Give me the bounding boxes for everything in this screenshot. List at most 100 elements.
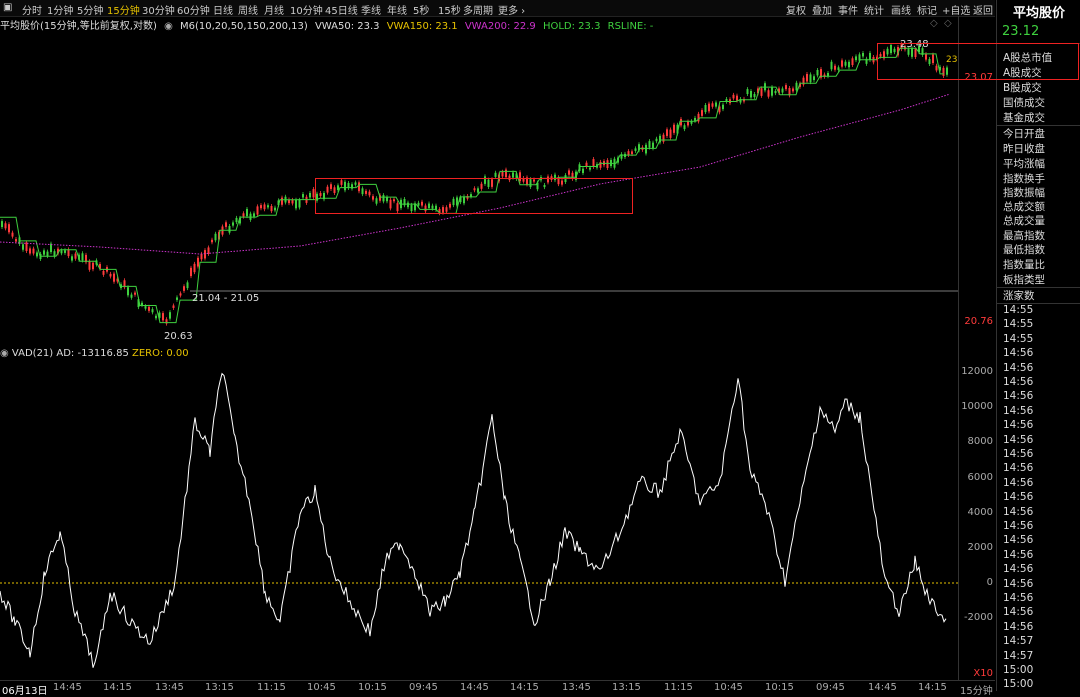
overlay-button[interactable]: 叠加 — [812, 2, 832, 17]
tab-period-60min[interactable]: 60分钟 — [177, 2, 210, 17]
tab-multi-period[interactable]: 多周期 — [463, 2, 493, 17]
info-amplitude[interactable]: 指数振幅 — [1003, 185, 1045, 200]
candle-body — [302, 194, 304, 198]
candle-body — [67, 249, 70, 257]
info-low[interactable]: 最低指数 — [1003, 242, 1045, 257]
tab-period-month[interactable]: 月线 — [264, 2, 284, 17]
tab-period-15min[interactable]: 15分钟 — [107, 2, 140, 17]
sub-settings-icon[interactable]: ◉ — [0, 348, 9, 359]
add-watchlist-button[interactable]: +自选 — [942, 2, 970, 17]
candle-body — [190, 267, 192, 277]
tab-period-30min[interactable]: 30分钟 — [142, 2, 175, 17]
tick-time: 14:56 — [1003, 592, 1034, 604]
ma-label: M6(10,20,50,150,200,13) — [180, 21, 308, 32]
settings-icon[interactable]: ◉ — [164, 21, 173, 32]
candle-body — [767, 90, 770, 97]
info-total-volume[interactable]: 总成交量 — [1003, 213, 1045, 228]
tab-period-quarter[interactable]: 季线 — [361, 2, 381, 17]
info-advancers[interactable]: 涨家数 — [1003, 288, 1035, 303]
candle-body — [270, 205, 273, 212]
candle-body — [673, 124, 675, 133]
info-avg-change[interactable]: 平均涨幅 — [1003, 156, 1045, 171]
time-label: 14:45 — [868, 682, 897, 693]
window-icon[interactable]: ▣ — [3, 2, 12, 13]
candle-body — [568, 170, 570, 175]
candle-body — [746, 89, 749, 95]
period-toolbar: ▣ 分时 1分钟 5分钟 15分钟 30分钟 60分钟 日线 周线 月线 10分… — [0, 0, 995, 17]
candle-body — [4, 223, 7, 229]
candle-body — [200, 253, 203, 260]
info-prev-close[interactable]: 昨日收盘 — [1003, 141, 1045, 156]
vad-tick: 10000 — [961, 401, 993, 412]
candle-body — [785, 85, 787, 90]
info-total-amount[interactable]: 总成交额 — [1003, 199, 1045, 214]
vad-chart[interactable] — [0, 362, 958, 680]
info-open[interactable]: 今日开盘 — [1003, 126, 1045, 141]
tab-period-fenshi[interactable]: 分时 — [22, 2, 42, 17]
events-button[interactable]: 事件 — [838, 2, 858, 17]
tick-time: 14:56 — [1003, 606, 1034, 619]
statistics-button[interactable]: 统计 — [864, 2, 884, 17]
candle-body — [74, 253, 77, 259]
info-volume-ratio[interactable]: 指数量比 — [1003, 257, 1045, 272]
candle-body — [582, 168, 584, 174]
collapse-icon[interactable]: ◇ — [944, 18, 952, 29]
candle-body — [15, 239, 17, 242]
panel-price: 23.12 — [1002, 24, 1040, 39]
tab-period-1min[interactable]: 1分钟 — [47, 2, 73, 17]
expand-icon[interactable]: ◇ — [930, 18, 938, 29]
back-button[interactable]: 返回 — [973, 2, 993, 17]
candle-body — [687, 121, 689, 126]
candle-body — [715, 102, 717, 107]
candle-body — [809, 74, 812, 83]
candle-body — [753, 93, 756, 98]
vwa200-label: VWA200: 22.9 — [464, 21, 536, 32]
candle-body — [204, 250, 206, 259]
tab-period-week[interactable]: 周线 — [238, 2, 258, 17]
candle-body — [8, 224, 10, 233]
low-label: 20.63 — [164, 331, 193, 342]
tab-period-45day[interactable]: 45日线 — [325, 2, 358, 17]
candle-body — [235, 217, 238, 223]
right-price-axis: 23.07 20.76 12000 10000 8000 6000 4000 2… — [958, 16, 997, 680]
info-b-share-turnover[interactable]: B股成交 — [1003, 80, 1042, 95]
candle-body — [46, 251, 49, 257]
candle-body — [32, 248, 35, 254]
candle-body — [645, 144, 647, 154]
tab-period-10min[interactable]: 10分钟 — [290, 2, 323, 17]
tab-period-year[interactable]: 年线 — [387, 2, 407, 17]
candle-body — [109, 273, 112, 277]
candle-body — [708, 103, 710, 112]
vwa150-label: VWA150: 23.1 — [386, 21, 458, 32]
info-turnover-rate[interactable]: 指数换手 — [1003, 171, 1045, 186]
candle-body — [848, 61, 850, 68]
candle-body — [652, 142, 654, 149]
tab-period-day[interactable]: 日线 — [213, 2, 233, 17]
tick-time: 14:56 — [1003, 376, 1034, 388]
candle-body — [29, 248, 31, 254]
tab-period-15sec[interactable]: 15秒 — [438, 2, 461, 17]
candle-body — [774, 90, 777, 94]
candle-body — [869, 52, 871, 61]
restore-rights-button[interactable]: 复权 — [786, 2, 806, 17]
info-index-type[interactable]: 板指类型 — [1003, 272, 1045, 287]
candle-body — [134, 292, 136, 295]
time-label: 09:45 — [409, 682, 438, 693]
tab-more[interactable]: 更多 › — [498, 2, 525, 17]
candle-body — [851, 58, 854, 66]
info-fund-turnover[interactable]: 基金成交 — [1003, 110, 1045, 125]
tab-period-5sec[interactable]: 5秒 — [413, 2, 429, 17]
tick-time: 14:57 — [1003, 649, 1034, 662]
candle-body — [151, 309, 154, 313]
candle-body — [211, 239, 213, 243]
time-label: 10:45 — [307, 682, 336, 693]
info-bond-turnover[interactable]: 国债成交 — [1003, 95, 1045, 110]
time-label: 13:15 — [205, 682, 234, 693]
candle-body — [627, 151, 630, 156]
mark-button[interactable]: 标记 — [917, 2, 937, 17]
draw-line-button[interactable]: 画线 — [891, 2, 911, 17]
tab-period-5min[interactable]: 5分钟 — [77, 2, 103, 17]
info-high[interactable]: 最高指数 — [1003, 228, 1045, 243]
candle-body — [71, 256, 73, 261]
zoom-corner: X10 — [973, 668, 993, 679]
